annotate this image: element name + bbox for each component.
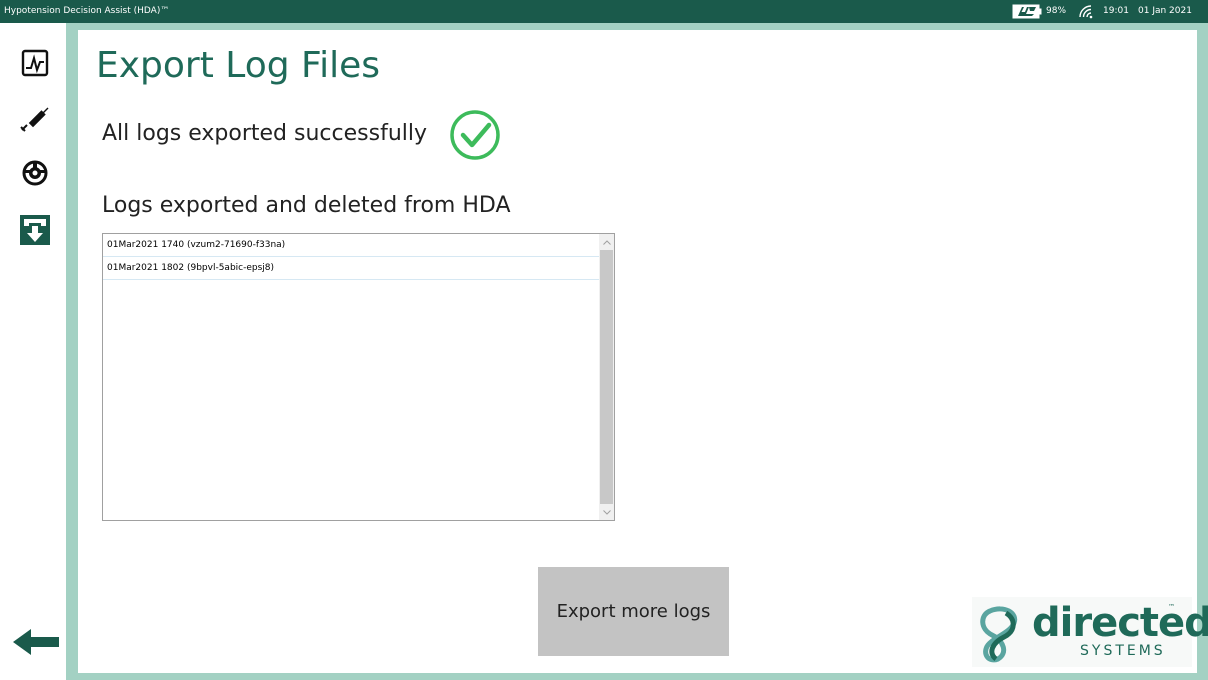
scroll-down-button[interactable] (599, 504, 614, 520)
list-scrollbar[interactable] (599, 234, 614, 520)
clock-date: 01 Jan 2021 (1138, 6, 1192, 16)
export-download-icon (20, 215, 50, 245)
app-title: Hypotension Decision Assist (HDA)™ (4, 6, 170, 16)
nav-settings-button[interactable] (15, 153, 55, 193)
nav-monitor-button[interactable] (15, 43, 55, 83)
app-window: Hypotension Decision Assist (HDA)™ 98% 1… (0, 0, 1208, 680)
list-item[interactable]: 01Mar2021 1802 (9bpvl-5abic-epsj8) (103, 257, 600, 280)
export-more-logs-button[interactable]: Export more logs (538, 567, 729, 656)
page-title: Export Log Files (96, 45, 381, 86)
status-bar: Hypotension Decision Assist (HDA)™ 98% 1… (0, 0, 1208, 23)
logo-subtitle: SYSTEMS (1080, 643, 1166, 659)
log-items: 01Mar2021 1740 (vzum2-71690-f33na) 01Mar… (103, 234, 600, 520)
back-button[interactable] (10, 622, 62, 662)
settings-gear-icon (22, 160, 48, 186)
list-heading: Logs exported and deleted from HDA (102, 193, 511, 218)
battery-charging-icon (1012, 4, 1042, 19)
status-message: All logs exported successfully (102, 121, 428, 146)
list-item[interactable]: 01Mar2021 1740 (vzum2-71690-f33na) (103, 234, 600, 257)
scroll-thumb[interactable] (600, 250, 613, 504)
exported-logs-list[interactable]: 01Mar2021 1740 (vzum2-71690-f33na) 01Mar… (102, 233, 615, 521)
nav-syringe-button[interactable] (15, 101, 55, 141)
wireless-signal-icon (1079, 5, 1093, 19)
syringe-icon (20, 107, 49, 132)
clock-time: 19:01 (1103, 6, 1129, 16)
directed-logo-mark-icon (980, 606, 1018, 663)
check-circle-icon (450, 110, 500, 160)
nav-export-button[interactable] (15, 210, 55, 250)
battery-level: 98% (1046, 6, 1067, 16)
scroll-up-button[interactable] (599, 234, 614, 250)
monitor-chart-icon (21, 49, 49, 77)
logo-trademark: ™ (1168, 603, 1175, 611)
arrow-left-icon (13, 629, 59, 655)
chevron-down-icon (602, 509, 611, 515)
logo-wordmark: directed (1032, 600, 1208, 646)
company-logo: directed ™ SYSTEMS (972, 597, 1208, 667)
chevron-up-icon (602, 239, 611, 245)
